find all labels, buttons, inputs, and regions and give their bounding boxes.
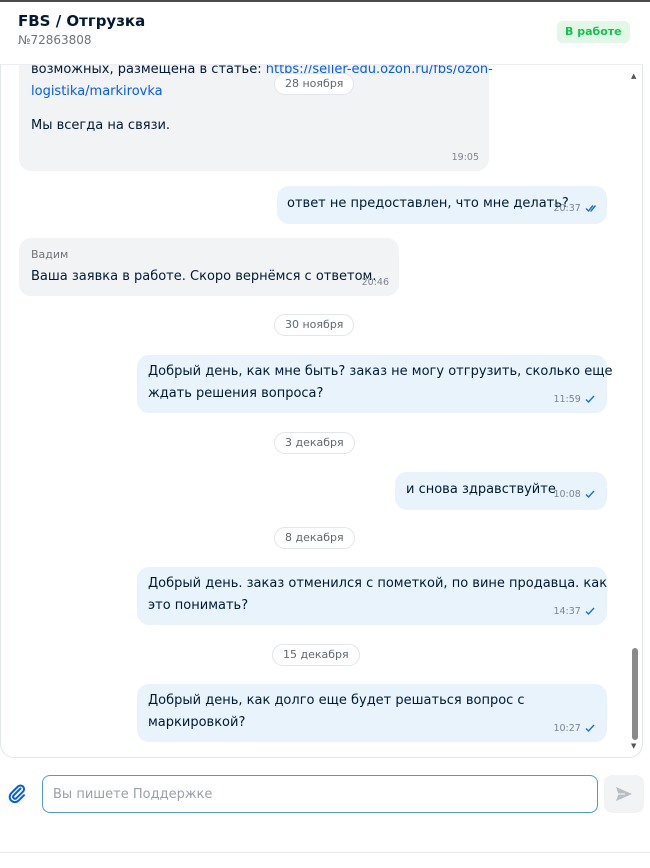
- scroll-up-arrow[interactable]: ▲: [631, 72, 636, 80]
- article-link-continued[interactable]: logistika/markirovka: [31, 81, 163, 103]
- message-text: Добрый день, как мне быть? заказ не могу…: [148, 364, 613, 379]
- message-text: маркировкой?: [148, 715, 246, 730]
- chat-title: FBS / Отгрузка: [18, 12, 146, 30]
- check-icon: [585, 724, 595, 732]
- message-text: Ваша заявка в работе. Скоро вернёмся с о…: [31, 269, 377, 284]
- chat-panel[interactable]: возможных, размещена в статье: https://s…: [0, 64, 643, 758]
- message-outgoing: и снова здравствуйте 10:08: [395, 472, 607, 510]
- message-meta: 14:37: [553, 600, 595, 623]
- status-badge: В работе: [557, 21, 630, 43]
- message-time: 11:59: [553, 394, 581, 405]
- check-icon: [585, 607, 595, 615]
- attach-icon[interactable]: [6, 782, 28, 804]
- message-outgoing: Добрый день, как долго еще будет решатьс…: [137, 684, 607, 742]
- message-meta: 20:37: [553, 197, 599, 220]
- date-separator: 15 декабря: [272, 644, 360, 666]
- message-meta: 10:08: [553, 483, 595, 506]
- message-outgoing: Добрый день, как мне быть? заказ не могу…: [137, 355, 612, 413]
- message-text: Добрый день, как долго еще будет решатьс…: [148, 693, 525, 708]
- message-outgoing: Добрый день. заказ отменился с пометкой,…: [137, 567, 607, 625]
- send-button[interactable]: [604, 775, 644, 813]
- message-text: возможных, размещена в статье:: [31, 64, 266, 77]
- message-text: и снова здравствуйте: [406, 482, 556, 497]
- message-time: 20:37: [553, 203, 581, 214]
- scroll-down-arrow[interactable]: ▼: [631, 742, 636, 750]
- message-text: Мы всегда на связи.: [31, 118, 171, 133]
- message-incoming: возможных, размещена в статье: https://s…: [19, 65, 493, 171]
- message-list: возможных, размещена в статье: https://s…: [1, 65, 642, 757]
- bottom-divider: [0, 852, 650, 853]
- chat-header: FBS / Отгрузка №72863808 В работе: [0, 2, 650, 60]
- message-incoming: Вадим Ваша заявка в работе. Скоро вернём…: [19, 238, 399, 296]
- message-meta: 11:59: [553, 388, 595, 411]
- message-text: Добрый день. заказ отменился с пометкой,…: [148, 576, 608, 591]
- message-outgoing: ответ не предоставлен, что мне делать? 2…: [277, 186, 607, 224]
- message-time: 19:05: [451, 152, 479, 163]
- check-icon: [585, 490, 595, 498]
- date-separator: 3 декабря: [274, 432, 355, 454]
- message-meta: 10:27: [553, 717, 595, 740]
- message-text-line: возможных, размещена в статье: https://s…: [31, 64, 493, 81]
- send-icon: [616, 787, 632, 801]
- date-separator: 30 ноября: [274, 314, 355, 336]
- order-number: №72863808: [18, 33, 92, 47]
- sender-name: Вадим: [31, 248, 69, 261]
- message-text: это понимать?: [148, 598, 249, 613]
- message-time: 14:37: [553, 606, 581, 617]
- date-separator: 8 декабря: [274, 527, 355, 549]
- message-time: 20:46: [361, 277, 389, 288]
- check-icon: [585, 395, 595, 403]
- message-composer: [0, 770, 650, 818]
- message-text: ждать решения вопроса?: [148, 386, 324, 401]
- double-check-icon: [585, 204, 597, 212]
- message-time: 10:27: [553, 723, 581, 734]
- message-text: ответ не предоставлен, что мне делать?: [287, 196, 569, 211]
- scrollbar-thumb[interactable]: [632, 648, 638, 740]
- message-input[interactable]: [42, 775, 598, 813]
- date-separator: 28 ноября: [274, 73, 355, 95]
- message-time: 10:08: [553, 489, 581, 500]
